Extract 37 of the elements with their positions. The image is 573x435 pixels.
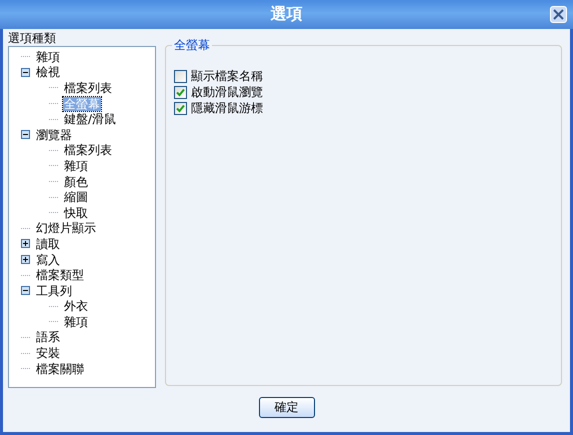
checkbox-label[interactable]: 隱藏滑鼠游標 bbox=[191, 100, 263, 116]
tree-item[interactable]: 幻燈片顯示 bbox=[35, 221, 97, 236]
tree-item[interactable]: 工具列 bbox=[35, 284, 73, 298]
tree-item[interactable]: 雜項 bbox=[35, 50, 61, 64]
collapse-icon[interactable] bbox=[21, 130, 30, 140]
collapse-icon[interactable] bbox=[21, 68, 30, 77]
tree-item[interactable]: 外衣 bbox=[63, 299, 89, 314]
expand-icon[interactable] bbox=[21, 255, 30, 264]
window-title: 選項 bbox=[270, 4, 302, 25]
category-label: 選項種類 bbox=[8, 31, 57, 46]
tree-item[interactable]: 語系 bbox=[35, 330, 61, 344]
tree-item[interactable]: 檢視 bbox=[35, 65, 61, 80]
tree-item[interactable]: 快取 bbox=[63, 206, 89, 220]
tree-item[interactable]: 縮圖 bbox=[63, 190, 89, 204]
collapse-icon[interactable] bbox=[21, 286, 30, 296]
tree-item[interactable]: 檔案列表 bbox=[63, 143, 113, 158]
checkbox[interactable] bbox=[174, 70, 187, 82]
tree-item[interactable]: 安裝 bbox=[35, 346, 61, 360]
tree-item[interactable]: 檔案列表 bbox=[63, 80, 113, 95]
group-title: 全螢幕 bbox=[172, 37, 212, 54]
close-button[interactable] bbox=[550, 6, 567, 23]
tree-item[interactable]: 顏色 bbox=[63, 174, 89, 189]
close-icon bbox=[553, 9, 564, 20]
checkbox[interactable] bbox=[174, 102, 187, 114]
expand-icon[interactable] bbox=[21, 239, 30, 248]
tree-item[interactable]: 讀取 bbox=[35, 236, 61, 251]
tree-item[interactable]: 雜項 bbox=[63, 158, 89, 173]
tree-item[interactable]: 瀏覽器 bbox=[35, 128, 73, 142]
tree-item[interactable]: 寫入 bbox=[35, 252, 61, 267]
tree-item[interactable]: 檔案類型 bbox=[35, 268, 85, 282]
tree-item[interactable]: 鍵盤/滑鼠 bbox=[63, 112, 118, 126]
tree-item[interactable]: 檔案關聯 bbox=[35, 362, 85, 376]
checkbox-label[interactable]: 啟動滑鼠瀏覽 bbox=[191, 84, 263, 100]
checkbox-label[interactable]: 顯示檔案名稱 bbox=[191, 68, 263, 84]
tree-item[interactable]: 雜項 bbox=[63, 314, 89, 329]
ok-button[interactable]: 確定 bbox=[258, 397, 314, 418]
checkbox[interactable] bbox=[174, 86, 187, 98]
